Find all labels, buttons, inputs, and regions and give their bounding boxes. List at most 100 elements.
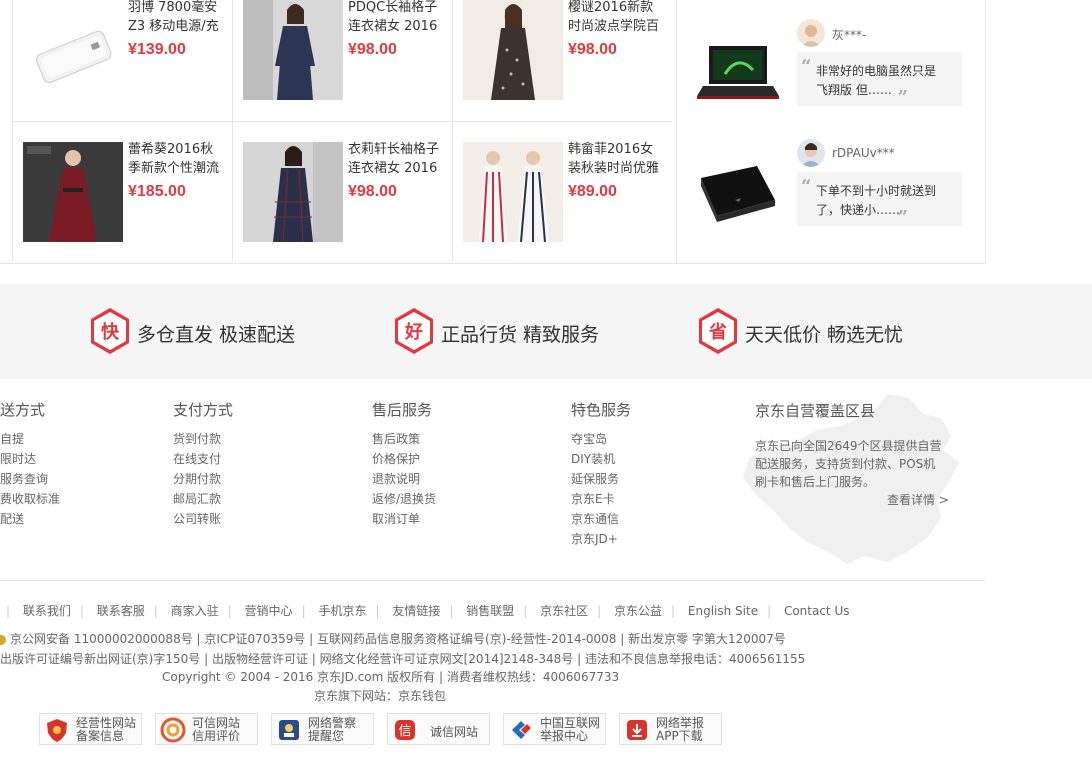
report-center-icon: [512, 721, 531, 739]
police-badge-icon: [0, 634, 6, 645]
footer-column-title: 特色服务: [571, 401, 632, 419]
product-card[interactable]: 羽博 7800毫安 Z3 移动电源/充电 ¥139.00: [12, 0, 231, 121]
badge-police[interactable]: 网络警察 提醒您: [271, 713, 374, 745]
product-card[interactable]: 蕾希葵2016秋季新款个性潮流七 ¥185.00: [12, 121, 231, 262]
footer-column-title: 送方式: [0, 401, 46, 419]
product-title[interactable]: 羽博 7800毫安 Z3 移动电源/充电: [128, 0, 226, 36]
footer-link[interactable]: 在线支付: [173, 449, 233, 469]
product-title[interactable]: 樱谜2016新款时尚波点学院百褶: [568, 0, 666, 36]
sister-sites-text[interactable]: 京东旗下网站：京东钱包: [314, 687, 446, 704]
product-image[interactable]: [243, 0, 343, 100]
coverage-panel: 京东自营覆盖区县 京东已向全国2649个区县提供自营配送服务，支持货到付款、PO…: [737, 392, 967, 572]
bottom-link[interactable]: English Site: [688, 604, 758, 618]
badge-credit[interactable]: 可信网站 信用评价: [155, 713, 258, 745]
badge-report-center[interactable]: 中国互联网 举报中心: [503, 713, 606, 745]
footer-link[interactable]: 自提: [0, 429, 60, 449]
product-price: ¥139.00: [128, 41, 186, 58]
legal-text[interactable]: 京公网安备 11000002000088号 | 京ICP证070359号 | 互…: [10, 632, 786, 646]
bottom-link[interactable]: 联系我们: [23, 604, 71, 618]
bottom-link[interactable]: 京东社区: [540, 604, 588, 618]
footer-link[interactable]: 京东E卡: [571, 489, 631, 509]
footer-link[interactable]: 价格保护: [372, 449, 436, 469]
coverage-description: 京东已向全国2649个区县提供自营配送服务，支持货到付款、POS机刷卡和售后上门…: [755, 439, 942, 489]
hexagon-icon: 省: [699, 308, 737, 354]
badge-business-record[interactable]: 经营性网站 备案信息: [39, 713, 142, 745]
product-image[interactable]: [463, 0, 563, 100]
service-label: 多仓直发 极速配送: [137, 324, 296, 346]
service-label: 正品行货 精致服务: [441, 324, 600, 346]
footer-link[interactable]: 返修/退换货: [372, 489, 436, 509]
product-image[interactable]: [23, 142, 123, 242]
review-username: 灰***-: [832, 28, 867, 42]
footer-link[interactable]: 费收取标准: [0, 489, 60, 509]
laptop-image[interactable]: [695, 40, 779, 110]
review-text[interactable]: 下单不到十小时就送到了，快递小……: [816, 182, 946, 220]
legal-text[interactable]: 出版许可证编号新出网证(京)字150号 | 出版物经营许可证 | 网络文化经营许…: [0, 650, 805, 667]
hexagon-icon: 快: [91, 308, 129, 354]
footer-column-title: 支付方式: [173, 401, 234, 419]
footer-link[interactable]: DIY装机: [571, 449, 631, 469]
product-card[interactable]: 韩畲菲2016女装秋装时尚优雅气 ¥89.00: [452, 121, 671, 262]
coverage-title: 京东自营覆盖区县: [755, 402, 876, 420]
footer-link[interactable]: 售后政策: [372, 429, 436, 449]
product-card[interactable]: 衣莉轩长袖格子连衣裙女 2016秋 ¥98.00: [232, 121, 451, 262]
footer-link[interactable]: 延保服务: [571, 469, 631, 489]
product-card[interactable]: PDQC长袖格子连衣裙女 2016秋 ¥98.00: [232, 0, 451, 121]
avatar: [797, 19, 825, 47]
bottom-link[interactable]: 联系客服: [97, 604, 145, 618]
footer-link[interactable]: 京东JD+: [571, 529, 631, 549]
hexagon-icon: 好: [395, 308, 433, 354]
product-title[interactable]: 蕾希葵2016秋季新款个性潮流七: [128, 140, 226, 178]
footer-link[interactable]: 分期付款: [173, 469, 233, 489]
product-title[interactable]: 衣莉轩长袖格子连衣裙女 2016秋: [348, 140, 446, 178]
service-badge: 省: [708, 321, 727, 343]
badge-label: 诚信网站: [430, 725, 479, 739]
service-badge: 好: [404, 321, 423, 343]
service-label: 天天低价 畅选无忧: [745, 324, 904, 346]
product-image[interactable]: [463, 142, 563, 242]
bottom-link[interactable]: 销售联盟: [466, 604, 514, 618]
svg-text:信: 信: [398, 724, 411, 739]
review-item[interactable]: rDPAUv*** “ 下单不到十小时就送到了，快递小…… ”: [677, 120, 986, 240]
review-bubble[interactable]: “ 非常好的电脑虽然只是飞翔版 但…… ”: [797, 52, 962, 108]
wallet-image[interactable]: [695, 160, 779, 230]
footer-link[interactable]: 取消订单: [372, 509, 436, 529]
product-price: ¥185.00: [128, 183, 186, 200]
bottom-link[interactable]: Contact Us: [784, 604, 850, 618]
footer-link[interactable]: 京东通信: [571, 509, 631, 529]
footer-link[interactable]: 退款说明: [372, 469, 436, 489]
badge-label: 网络警察 提醒您: [308, 716, 357, 743]
trust-icon: 信: [395, 720, 415, 740]
divider: [0, 580, 985, 581]
review-bubble[interactable]: “ 下单不到十小时就送到了，快递小…… ”: [797, 172, 962, 228]
product-image[interactable]: [23, 0, 123, 100]
footer-link[interactable]: 公司转账: [173, 509, 233, 529]
footer-link[interactable]: 限时达: [0, 449, 60, 469]
product-price: ¥98.00: [348, 41, 397, 58]
bottom-link[interactable]: 营销中心: [245, 604, 293, 618]
bottom-link[interactable]: 京东公益: [614, 604, 662, 618]
review-item[interactable]: 灰***- “ 非常好的电脑虽然只是飞翔版 但…… ”: [677, 0, 986, 120]
view-details-link[interactable]: 查看详情 >: [887, 491, 949, 508]
legal-line: 京公网安备 11000002000088号 | 京ICP证070359号 | 互…: [0, 630, 786, 647]
bottom-link[interactable]: 商家入驻: [171, 604, 219, 618]
review-text[interactable]: 非常好的电脑虽然只是飞翔版 但……: [816, 62, 946, 100]
footer-link[interactable]: 货到付款: [173, 429, 233, 449]
badge-label: 网络举报 APP下载: [656, 716, 705, 743]
badge-report-app[interactable]: 网络举报 APP下载: [619, 713, 722, 745]
bottom-link[interactable]: 友情链接: [392, 604, 440, 618]
product-title[interactable]: PDQC长袖格子连衣裙女 2016秋: [348, 0, 446, 36]
report-app-icon: [627, 720, 647, 740]
footer-link[interactable]: 邮局汇款: [173, 489, 233, 509]
badge-label: 可信网站 信用评价: [192, 716, 241, 743]
bottom-link[interactable]: 手机京东: [318, 604, 366, 618]
bottom-link-bar: | 联系我们 | 联系客服 | 商家入驻 | 营销中心 | 手机京东 | 友情链接 | 销售…: [6, 604, 850, 618]
badge-trust[interactable]: 信 诚信网站: [387, 713, 490, 745]
footer-link[interactable]: 配送: [0, 509, 60, 529]
product-title[interactable]: 韩畲菲2016女装秋装时尚优雅气: [568, 140, 666, 178]
product-card[interactable]: 樱谜2016新款时尚波点学院百褶 ¥98.00: [452, 0, 671, 121]
badge-label: 中国互联网 举报中心: [540, 716, 601, 743]
product-image[interactable]: [243, 142, 343, 242]
footer-link[interactable]: 服务查询: [0, 469, 60, 489]
footer-link[interactable]: 夺宝岛: [571, 429, 631, 449]
